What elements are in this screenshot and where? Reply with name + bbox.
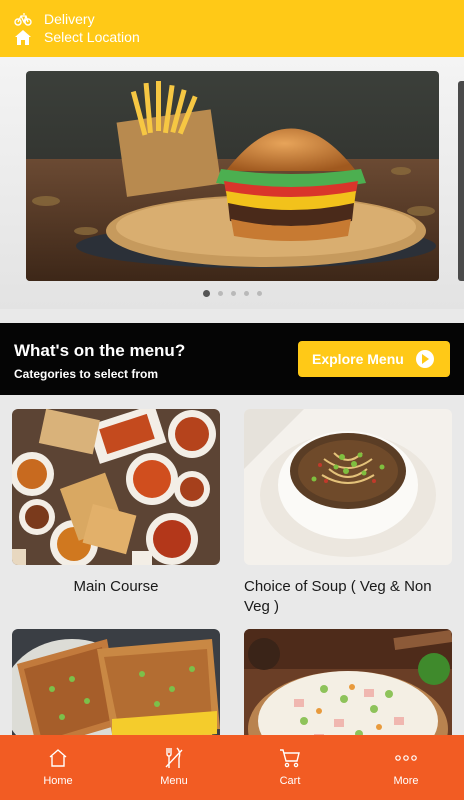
main-course-image[interactable] <box>12 409 220 565</box>
category-card-main-course[interactable]: Main Course <box>12 409 220 597</box>
bicycle-icon <box>14 11 32 27</box>
delivery-label: Delivery <box>44 11 95 27</box>
nav-label: More <box>393 775 419 787</box>
carousel-indicators <box>0 290 464 297</box>
menu-section-header: What's on the menu? Categories to select… <box>0 323 464 395</box>
explore-menu-label: Explore Menu <box>312 351 404 367</box>
category-label: Choice of Soup ( Veg & Non Veg ) <box>244 578 432 615</box>
home-icon <box>47 747 69 769</box>
menu-section-subtitle: Categories to select from <box>14 367 159 381</box>
next-slide-peek <box>458 81 464 281</box>
cart-icon <box>279 747 301 769</box>
category-card-soup[interactable]: Choice of Soup ( Veg & Non Veg ) <box>244 409 452 617</box>
category-label: Main Course <box>73 578 159 595</box>
utensils-icon <box>163 747 185 769</box>
bottom-navigation: Home Menu Cart More <box>0 735 464 800</box>
menu-section-title: What's on the menu? <box>14 341 186 360</box>
carousel-dot[interactable] <box>217 291 223 296</box>
nav-item-cart[interactable]: Cart <box>232 735 348 800</box>
soup-image[interactable] <box>244 409 452 565</box>
banner-image-burger[interactable] <box>26 71 439 281</box>
nav-item-more[interactable]: More <box>348 735 464 800</box>
carousel-dot[interactable] <box>202 290 210 297</box>
carousel-dot[interactable] <box>256 291 262 296</box>
more-icon <box>395 747 417 769</box>
nav-label: Menu <box>160 775 188 787</box>
nav-item-home[interactable]: Home <box>0 735 116 800</box>
banner-carousel[interactable] <box>0 57 464 309</box>
arrow-right-icon <box>416 350 434 368</box>
delivery-row[interactable]: Delivery <box>14 11 95 27</box>
location-selector[interactable]: Select Location <box>14 29 140 45</box>
nav-label: Home <box>43 775 73 787</box>
carousel-dot[interactable] <box>230 291 236 296</box>
carousel-dot[interactable] <box>243 291 249 296</box>
nav-item-menu[interactable]: Menu <box>116 735 232 800</box>
app-header: Delivery Select Location <box>0 0 464 57</box>
explore-menu-button[interactable]: Explore Menu <box>298 341 450 377</box>
home-location-icon <box>14 29 32 45</box>
location-label: Select Location <box>44 29 140 45</box>
nav-label: Cart <box>279 775 301 787</box>
